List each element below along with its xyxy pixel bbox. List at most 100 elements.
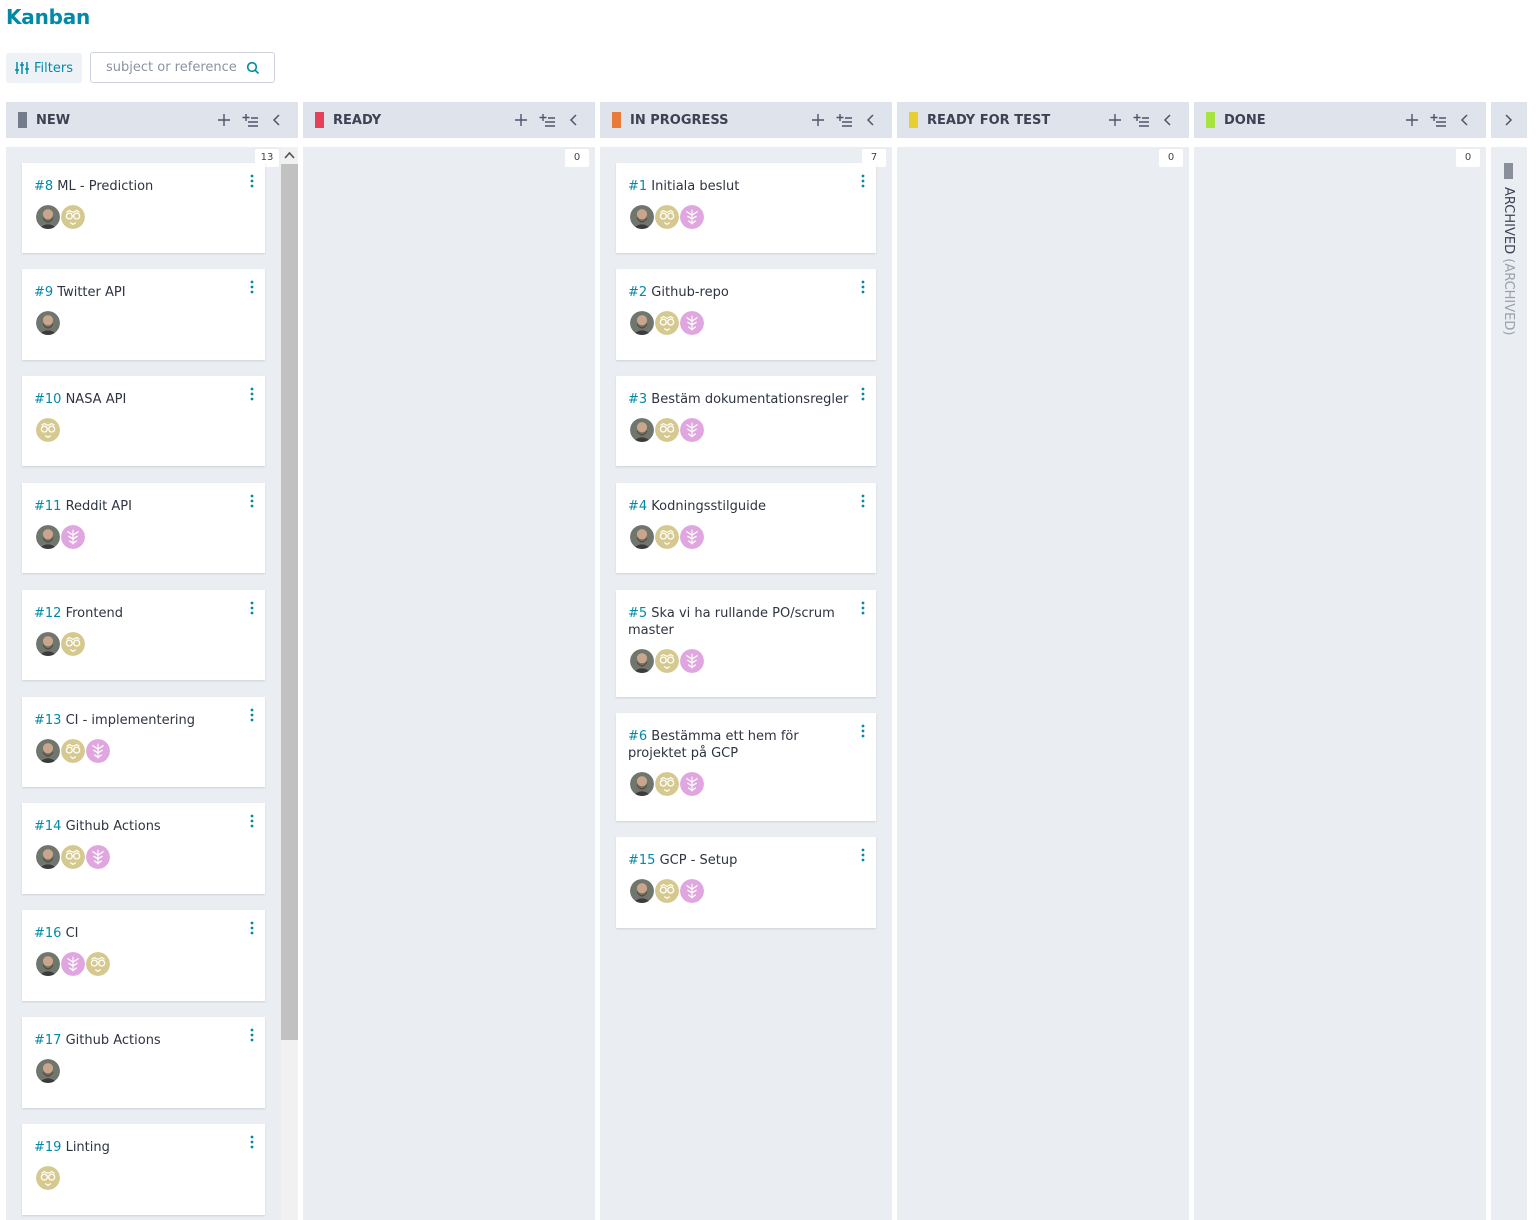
card-reference[interactable]: #14 (34, 819, 61, 834)
task-card[interactable]: #4 Kodningsstilguide (616, 483, 876, 573)
task-card[interactable]: #5 Ska vi ha rullande PO/scrum master (616, 590, 876, 697)
task-card[interactable]: #11 Reddit API (22, 483, 265, 573)
unfold-archived-button[interactable] (1491, 102, 1527, 138)
card-options-icon[interactable] (859, 172, 867, 190)
fold-column-button[interactable] (264, 108, 288, 132)
card-title[interactable]: #16 CI (34, 925, 241, 942)
card-subject[interactable]: CI - implementering (61, 713, 195, 728)
card-subject[interactable]: Frontend (61, 606, 123, 621)
card-title[interactable]: #15 GCP - Setup (628, 852, 852, 869)
search-input[interactable] (106, 60, 238, 75)
card-options-icon[interactable] (859, 385, 867, 403)
task-card[interactable]: #17 Github Actions (22, 1017, 265, 1108)
card-subject[interactable]: Github Actions (61, 819, 161, 834)
card-subject[interactable]: Github-repo (647, 285, 728, 300)
card-options-icon[interactable] (248, 706, 256, 724)
task-card[interactable]: #8 ML - Prediction (22, 163, 265, 253)
card-reference[interactable]: #17 (34, 1033, 61, 1048)
card-options-icon[interactable] (248, 385, 256, 403)
card-subject[interactable]: Ska vi ha rullande PO/scrum master (628, 606, 835, 638)
task-card[interactable]: #14 Github Actions (22, 803, 265, 894)
card-subject[interactable]: NASA API (61, 392, 127, 407)
task-card[interactable]: #1 Initiala beslut (616, 163, 876, 253)
card-options-icon[interactable] (248, 599, 256, 617)
card-title[interactable]: #8 ML - Prediction (34, 178, 241, 195)
filters-button[interactable]: Filters (6, 53, 82, 83)
column-archived-folded[interactable]: ARCHIVED (ARCHIVED) (1491, 147, 1527, 1220)
card-title[interactable]: #11 Reddit API (34, 498, 241, 515)
card-reference[interactable]: #15 (628, 853, 655, 868)
card-options-icon[interactable] (859, 722, 867, 740)
card-options-icon[interactable] (248, 919, 256, 937)
fold-column-button[interactable] (858, 108, 882, 132)
fold-column-button[interactable] (561, 108, 585, 132)
task-card[interactable]: #9 Twitter API (22, 269, 265, 360)
card-subject[interactable]: ML - Prediction (53, 179, 153, 194)
card-subject[interactable]: Bestämma ett hem för projektet på GCP (628, 729, 799, 761)
search-box[interactable] (90, 52, 275, 83)
card-reference[interactable]: #5 (628, 606, 647, 621)
card-reference[interactable]: #12 (34, 606, 61, 621)
add-bulk-button[interactable] (1129, 108, 1153, 132)
task-card[interactable]: #3 Bestäm dokumentationsregler (616, 376, 876, 466)
card-title[interactable]: #9 Twitter API (34, 284, 241, 301)
task-card[interactable]: #13 CI - implementering (22, 697, 265, 787)
fold-column-button[interactable] (1452, 108, 1476, 132)
card-reference[interactable]: #16 (34, 926, 61, 941)
card-reference[interactable]: #3 (628, 392, 647, 407)
card-subject[interactable]: Initiala beslut (647, 179, 739, 194)
card-reference[interactable]: #1 (628, 179, 647, 194)
card-options-icon[interactable] (859, 278, 867, 296)
task-card[interactable]: #15 GCP - Setup (616, 837, 876, 928)
scroll-up-arrow-icon[interactable] (284, 151, 295, 159)
card-options-icon[interactable] (859, 599, 867, 617)
card-title[interactable]: #3 Bestäm dokumentationsregler (628, 391, 852, 408)
card-options-icon[interactable] (248, 1026, 256, 1044)
card-title[interactable]: #17 Github Actions (34, 1032, 241, 1049)
add-card-button[interactable] (806, 108, 830, 132)
add-card-button[interactable] (1400, 108, 1424, 132)
task-card[interactable]: #6 Bestämma ett hem för projektet på GCP (616, 713, 876, 821)
card-title[interactable]: #19 Linting (34, 1139, 241, 1156)
add-card-button[interactable] (212, 108, 236, 132)
card-options-icon[interactable] (859, 846, 867, 864)
card-reference[interactable]: #9 (34, 285, 53, 300)
card-reference[interactable]: #19 (34, 1140, 61, 1155)
task-card[interactable]: #2 Github-repo (616, 269, 876, 360)
task-card[interactable]: #12 Frontend (22, 590, 265, 680)
card-options-icon[interactable] (248, 492, 256, 510)
add-bulk-button[interactable] (832, 108, 856, 132)
card-subject[interactable]: Kodningsstilguide (647, 499, 766, 514)
add-card-button[interactable] (509, 108, 533, 132)
card-options-icon[interactable] (248, 172, 256, 190)
card-reference[interactable]: #6 (628, 729, 647, 744)
card-title[interactable]: #13 CI - implementering (34, 712, 241, 729)
search-icon[interactable] (246, 61, 260, 75)
card-title[interactable]: #2 Github-repo (628, 284, 852, 301)
card-options-icon[interactable] (248, 278, 256, 296)
task-card[interactable]: #16 CI (22, 910, 265, 1001)
card-subject[interactable]: CI (61, 926, 79, 941)
add-card-button[interactable] (1103, 108, 1127, 132)
card-subject[interactable]: GCP - Setup (655, 853, 738, 868)
card-title[interactable]: #12 Frontend (34, 605, 241, 622)
task-card[interactable]: #10 NASA API (22, 376, 265, 466)
card-reference[interactable]: #11 (34, 499, 61, 514)
card-title[interactable]: #5 Ska vi ha rullande PO/scrum master (628, 605, 852, 639)
card-title[interactable]: #6 Bestämma ett hem för projektet på GCP (628, 728, 852, 762)
add-bulk-button[interactable] (1426, 108, 1450, 132)
task-card[interactable]: #19 Linting (22, 1124, 265, 1215)
fold-column-button[interactable] (1155, 108, 1179, 132)
card-options-icon[interactable] (248, 812, 256, 830)
card-subject[interactable]: Bestäm dokumentationsregler (647, 392, 848, 407)
scrollbar-thumb[interactable] (281, 164, 298, 1040)
card-options-icon[interactable] (859, 492, 867, 510)
card-subject[interactable]: Github Actions (61, 1033, 161, 1048)
card-reference[interactable]: #8 (34, 179, 53, 194)
add-bulk-button[interactable] (535, 108, 559, 132)
card-title[interactable]: #14 Github Actions (34, 818, 241, 835)
card-subject[interactable]: Reddit API (61, 499, 132, 514)
card-title[interactable]: #10 NASA API (34, 391, 241, 408)
card-reference[interactable]: #10 (34, 392, 61, 407)
card-title[interactable]: #4 Kodningsstilguide (628, 498, 852, 515)
